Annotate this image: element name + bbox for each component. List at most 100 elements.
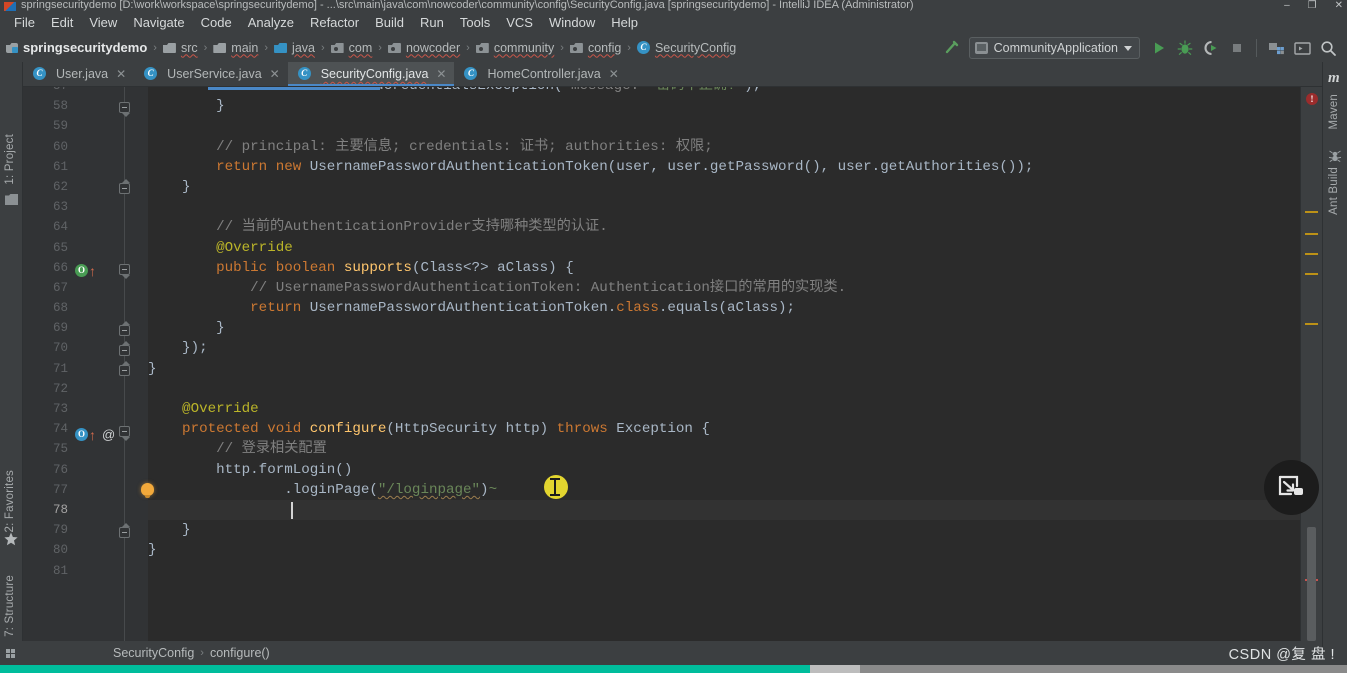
fold-marker[interactable] xyxy=(119,365,130,376)
code-line: http.formLogin() xyxy=(148,461,353,478)
tab-close-icon[interactable]: ✕ xyxy=(609,67,619,81)
tab-user-java[interactable]: C User.java ✕ xyxy=(23,62,134,86)
star-icon xyxy=(4,532,18,551)
warning-stripe-marker[interactable] xyxy=(1305,253,1318,255)
ant-icon xyxy=(1328,149,1342,167)
menu-item-analyze[interactable]: Analyze xyxy=(240,13,302,32)
menu-item-run[interactable]: Run xyxy=(412,13,452,32)
code-line: } xyxy=(148,360,157,377)
editor-scrollbar-thumb[interactable] xyxy=(1307,527,1316,641)
editor-gutter[interactable]: 57 58 59 60 61 62 63 64 65 66 67 68 69 7… xyxy=(23,87,154,641)
tab-userservice-java[interactable]: C UserService.java ✕ xyxy=(134,62,288,86)
code-line: // principal: 主要信息; credentials: 证书; aut… xyxy=(148,138,713,155)
fold-marker[interactable] xyxy=(119,527,130,538)
sidebar-item-ant-build[interactable]: Ant Build xyxy=(1328,167,1340,215)
menu-item-code[interactable]: Code xyxy=(193,13,240,32)
line-number: 75 xyxy=(52,442,68,457)
sidebar-item-project[interactable]: 1: Project xyxy=(4,134,16,185)
override-arrow-icon[interactable]: ↑ xyxy=(89,428,96,442)
structure-icon[interactable] xyxy=(6,649,15,658)
line-number: 57 xyxy=(23,87,148,96)
tab-close-icon[interactable]: ✕ xyxy=(116,67,126,81)
warning-stripe-marker[interactable] xyxy=(1305,323,1318,325)
status-breadcrumb-method[interactable]: configure() xyxy=(210,646,270,660)
code-editor[interactable]: 57 58 59 60 61 62 63 64 65 66 67 68 69 7… xyxy=(23,87,1300,641)
fold-marker[interactable] xyxy=(119,183,130,194)
mouse-cursor xyxy=(544,475,568,499)
line-number: 59 xyxy=(52,119,68,134)
tab-securityconfig-java[interactable]: C SecurityConfig.java ✕ xyxy=(287,62,455,86)
intellij-idea-window: springsecuritydemo [D:\work\workspace\sp… xyxy=(0,0,1347,673)
fold-marker[interactable] xyxy=(119,102,130,113)
menu-item-window[interactable]: Window xyxy=(541,13,603,32)
sidebar-item-maven[interactable]: Maven xyxy=(1328,94,1340,130)
sidebar-item-structure[interactable]: 7: Structure xyxy=(4,575,16,637)
java-class-icon: C xyxy=(33,67,47,81)
menu-item-refactor[interactable]: Refactor xyxy=(302,13,367,32)
implements-method-icon[interactable]: O xyxy=(75,428,88,441)
breadcrumb-item-securityconfig[interactable]: C SecurityConfig xyxy=(636,41,736,56)
run-with-coverage-button[interactable] xyxy=(1198,36,1224,60)
menu-item-vcs[interactable]: VCS xyxy=(498,13,541,32)
error-count-icon[interactable]: ! xyxy=(1306,93,1318,105)
overridden-method-icon[interactable]: O xyxy=(75,264,88,277)
menu-item-tools[interactable]: Tools xyxy=(452,13,498,32)
warning-stripe-marker[interactable] xyxy=(1305,273,1318,275)
code-line: @Override xyxy=(148,401,259,417)
breadcrumb-item-community[interactable]: community xyxy=(475,41,554,56)
annotation-marker-icon[interactable]: @ xyxy=(102,428,115,442)
line-number: 61 xyxy=(52,159,68,174)
breadcrumb-item-main[interactable]: main xyxy=(213,41,258,56)
tab-close-icon[interactable]: ✕ xyxy=(270,67,280,81)
tab-close-icon[interactable]: ✕ xyxy=(436,67,446,81)
run-configuration-label: CommunityApplication xyxy=(993,41,1118,55)
code-line: } xyxy=(148,320,225,337)
fold-marker[interactable] xyxy=(119,325,130,336)
breadcrumb-item-com[interactable]: com xyxy=(330,41,372,56)
sidebar-item-favorites[interactable]: 2: Favorites xyxy=(4,470,16,532)
breadcrumb-item-src[interactable]: src xyxy=(162,41,198,56)
restore-button[interactable]: ❐ xyxy=(1308,1,1317,11)
code-line: .loginPage("/loginpage")~ xyxy=(148,481,498,498)
override-arrow-icon[interactable]: ↑ xyxy=(89,264,96,278)
menu-item-file[interactable]: File xyxy=(6,13,43,32)
menu-item-view[interactable]: View xyxy=(81,13,125,32)
status-breadcrumb-class[interactable]: SecurityConfig xyxy=(113,646,194,660)
close-button[interactable]: ✕ xyxy=(1335,1,1343,11)
run-configuration-selector[interactable]: CommunityApplication xyxy=(968,37,1140,59)
warning-stripe-marker[interactable] xyxy=(1305,233,1318,235)
stop-button[interactable] xyxy=(1224,36,1250,60)
warning-stripe-marker[interactable] xyxy=(1305,211,1318,213)
maven-m-icon: m xyxy=(1328,70,1340,86)
text-ibeam-icon xyxy=(550,478,560,496)
window-title: springsecuritydemo [D:\work\workspace\sp… xyxy=(21,0,914,11)
code-line: return UsernamePasswordAuthenticationTok… xyxy=(148,300,796,317)
menu-item-build[interactable]: Build xyxy=(367,13,412,32)
code-text-area[interactable]: throw new BadCredentialsException( messa… xyxy=(148,87,1300,641)
fold-marker[interactable] xyxy=(119,345,130,356)
tab-homecontroller-java[interactable]: C HomeController.java ✕ xyxy=(454,62,626,86)
code-line: protected void configure(HttpSecurity ht… xyxy=(148,421,710,438)
project-structure-button[interactable] xyxy=(1263,36,1289,60)
run-button[interactable] xyxy=(1146,36,1172,60)
debug-button[interactable] xyxy=(1172,36,1198,60)
terminal-button[interactable] xyxy=(1289,36,1315,60)
breadcrumb-item-springsecuritydemo[interactable]: springsecuritydemo xyxy=(6,40,147,56)
fold-marker[interactable] xyxy=(119,426,130,437)
menu-item-help[interactable]: Help xyxy=(603,13,646,32)
watermark: CSDN @复 盘 ! xyxy=(1228,646,1335,663)
breadcrumb-item-java[interactable]: java xyxy=(274,41,315,56)
build-button[interactable] xyxy=(939,36,965,60)
breadcrumb-item-nowcoder[interactable]: nowcoder xyxy=(387,41,460,56)
menu-item-edit[interactable]: Edit xyxy=(43,13,81,32)
minimize-button[interactable]: – xyxy=(1284,1,1290,11)
line-number: 80 xyxy=(52,543,68,558)
fold-marker[interactable] xyxy=(119,264,130,275)
application-icon xyxy=(974,42,988,54)
menu-item-navigate[interactable]: Navigate xyxy=(125,13,192,32)
breadcrumb-item-config[interactable]: config xyxy=(569,41,621,56)
search-everywhere-button[interactable] xyxy=(1315,36,1341,60)
screen-capture-widget[interactable] xyxy=(1264,460,1319,515)
editor-error-stripe[interactable]: ! xyxy=(1300,87,1322,641)
project-folder-icon xyxy=(5,192,18,210)
